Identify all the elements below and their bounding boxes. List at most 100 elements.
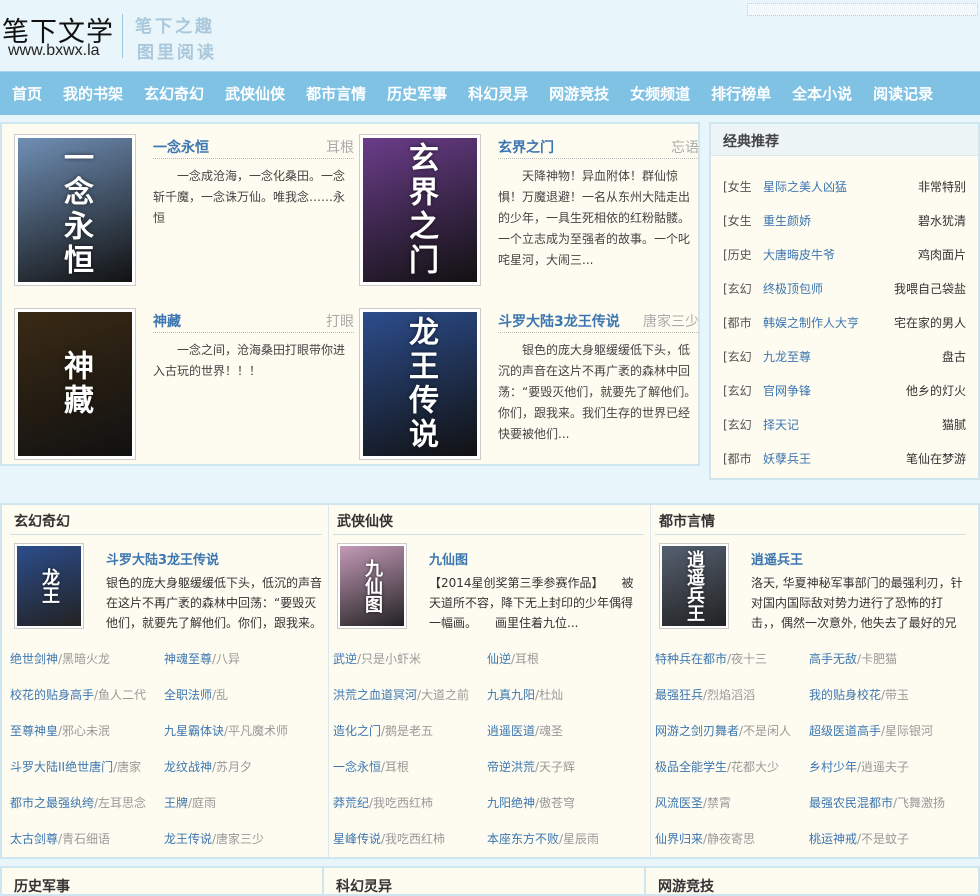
- book-author[interactable]: 唐家三少: [643, 311, 699, 331]
- classic-item-title[interactable]: 星际之美人凶猛: [763, 178, 847, 195]
- section-feature-cover[interactable]: 逍遥兵王: [659, 543, 729, 629]
- section-feature-title[interactable]: 逍遥兵王: [751, 549, 803, 568]
- book-title[interactable]: 一念永恒: [153, 137, 209, 157]
- list-item-title[interactable]: 最强狂兵: [655, 688, 703, 702]
- list-item-author[interactable]: /傲苍穹: [535, 796, 575, 810]
- list-item-title[interactable]: 最强农民混都市: [809, 796, 893, 810]
- nav-link-9[interactable]: 排行榜单: [711, 83, 771, 104]
- list-item-author[interactable]: /乱: [212, 688, 228, 702]
- list-item-author[interactable]: /大道之前: [417, 688, 469, 702]
- list-item-author[interactable]: /八异: [212, 652, 240, 666]
- list-item-title[interactable]: 超级医道高手: [809, 724, 881, 738]
- list-item-author[interactable]: /平凡魔术师: [224, 724, 288, 738]
- list-item-title[interactable]: 九星霸体诀: [164, 724, 224, 738]
- nav-link-2[interactable]: 玄幻奇幻: [144, 83, 204, 104]
- list-item-author[interactable]: /鱼人二代: [94, 688, 146, 702]
- list-item-author[interactable]: /我吃西红柿: [381, 832, 445, 846]
- list-item-author[interactable]: /耳根: [381, 760, 409, 774]
- list-item-author[interactable]: /青石细语: [58, 832, 110, 846]
- classic-item-author[interactable]: 宅在家的男人: [894, 314, 966, 331]
- nav-link-8[interactable]: 女频频道: [630, 83, 690, 104]
- list-item-title[interactable]: 九阳绝神: [487, 796, 535, 810]
- classic-item-title[interactable]: 官网争锋: [763, 382, 811, 399]
- classic-item-author[interactable]: 笔仙在梦游: [906, 450, 966, 467]
- list-item-title[interactable]: 风流医圣: [655, 796, 703, 810]
- list-item-author[interactable]: /禁霄: [703, 796, 731, 810]
- book-cover[interactable]: 玄界之门: [359, 134, 481, 286]
- section-feature-cover[interactable]: 龙王: [14, 543, 84, 629]
- list-item-title[interactable]: 龙纹战神: [164, 760, 212, 774]
- list-item-title[interactable]: 星峰传说: [333, 832, 381, 846]
- list-item-title[interactable]: 仙界归来: [655, 832, 703, 846]
- nav-link-10[interactable]: 全本小说: [792, 83, 852, 104]
- list-item-author[interactable]: /唐家: [113, 760, 141, 774]
- list-item-author[interactable]: /魂圣: [535, 724, 563, 738]
- list-item-author[interactable]: /夜十三: [727, 652, 767, 666]
- list-item-author[interactable]: /不是闲人: [739, 724, 791, 738]
- list-item-author[interactable]: /带玉: [881, 688, 909, 702]
- book-title[interactable]: 神藏: [153, 311, 181, 331]
- list-item-title[interactable]: 帝逆洪荒: [487, 760, 535, 774]
- list-item-title[interactable]: 极品全能学生: [655, 760, 727, 774]
- classic-item-title[interactable]: 终极顶包师: [763, 280, 823, 297]
- list-item-title[interactable]: 仙逆: [487, 652, 511, 666]
- list-item-title[interactable]: 洪荒之血道冥河: [333, 688, 417, 702]
- list-item-author[interactable]: /卡肥猫: [857, 652, 897, 666]
- list-item-title[interactable]: 一念永恒: [333, 760, 381, 774]
- list-item-title[interactable]: 王牌: [164, 796, 188, 810]
- list-item-title[interactable]: 特种兵在都市: [655, 652, 727, 666]
- list-item-author[interactable]: /逍遥夫子: [857, 760, 909, 774]
- classic-item-author[interactable]: 我喂自己袋盐: [894, 280, 966, 297]
- nav-link-11[interactable]: 阅读记录: [873, 83, 933, 104]
- classic-item-author[interactable]: 鸡肉面片: [918, 246, 966, 263]
- classic-item-title[interactable]: 大唐晦皮牛爷: [763, 246, 835, 263]
- list-item-title[interactable]: 全职法师: [164, 688, 212, 702]
- book-cover[interactable]: 一念永恒: [14, 134, 136, 286]
- list-item-title[interactable]: 绝世剑神: [10, 652, 58, 666]
- list-item-author[interactable]: /苏月夕: [212, 760, 252, 774]
- list-item-author[interactable]: /杜灿: [535, 688, 563, 702]
- list-item-title[interactable]: 斗罗大陆II绝世唐门: [10, 760, 113, 774]
- nav-link-4[interactable]: 都市言情: [306, 83, 366, 104]
- list-item-author[interactable]: /邪心未泯: [58, 724, 110, 738]
- nav-link-1[interactable]: 我的书架: [63, 83, 123, 104]
- nav-link-6[interactable]: 科幻灵异: [468, 83, 528, 104]
- nav-link-5[interactable]: 历史军事: [387, 83, 447, 104]
- list-item-title[interactable]: 神魂至尊: [164, 652, 212, 666]
- list-item-author[interactable]: /花都大少: [727, 760, 779, 774]
- list-item-author[interactable]: /星际银河: [881, 724, 933, 738]
- classic-item-author[interactable]: 碧水犹清: [918, 212, 966, 229]
- list-item-author[interactable]: /星辰雨: [559, 832, 599, 846]
- list-item-author[interactable]: /庭雨: [188, 796, 216, 810]
- list-item-author[interactable]: /唐家三少: [212, 832, 264, 846]
- list-item-author[interactable]: /鹅是老五: [381, 724, 433, 738]
- list-item-author[interactable]: /我吃西红柿: [369, 796, 433, 810]
- list-item-author[interactable]: /耳根: [511, 652, 539, 666]
- classic-item-author[interactable]: 非常特别: [918, 178, 966, 195]
- list-item-title[interactable]: 武逆: [333, 652, 357, 666]
- book-author[interactable]: 耳根: [326, 137, 354, 157]
- classic-item-author[interactable]: 猫腻: [942, 416, 966, 433]
- section-feature-title[interactable]: 九仙图: [429, 549, 468, 568]
- list-item-title[interactable]: 网游之剑刃舞者: [655, 724, 739, 738]
- classic-item-title[interactable]: 九龙至尊: [763, 348, 811, 365]
- book-title[interactable]: 斗罗大陆3龙王传说: [498, 311, 620, 331]
- classic-item-title[interactable]: 韩娱之制作人大亨: [763, 314, 859, 331]
- classic-item-author[interactable]: 盘古: [942, 348, 966, 365]
- list-item-title[interactable]: 本座东方不败: [487, 832, 559, 846]
- list-item-title[interactable]: 九真九阳: [487, 688, 535, 702]
- book-author[interactable]: 打眼: [326, 311, 354, 331]
- list-item-author[interactable]: /烈焰滔滔: [703, 688, 755, 702]
- list-item-title[interactable]: 我的贴身校花: [809, 688, 881, 702]
- list-item-title[interactable]: 高手无敌: [809, 652, 857, 666]
- book-title[interactable]: 玄界之门: [498, 137, 554, 157]
- list-item-title[interactable]: 桃运神戒: [809, 832, 857, 846]
- section-feature-cover[interactable]: 九仙图: [337, 543, 407, 629]
- list-item-title[interactable]: 乡村少年: [809, 760, 857, 774]
- list-item-author[interactable]: /天子辉: [535, 760, 575, 774]
- list-item-title[interactable]: 至尊神皇: [10, 724, 58, 738]
- list-item-author[interactable]: /只是小虾米: [357, 652, 421, 666]
- classic-item-author[interactable]: 他乡的灯火: [906, 382, 966, 399]
- list-item-title[interactable]: 太古剑尊: [10, 832, 58, 846]
- nav-link-7[interactable]: 网游竞技: [549, 83, 609, 104]
